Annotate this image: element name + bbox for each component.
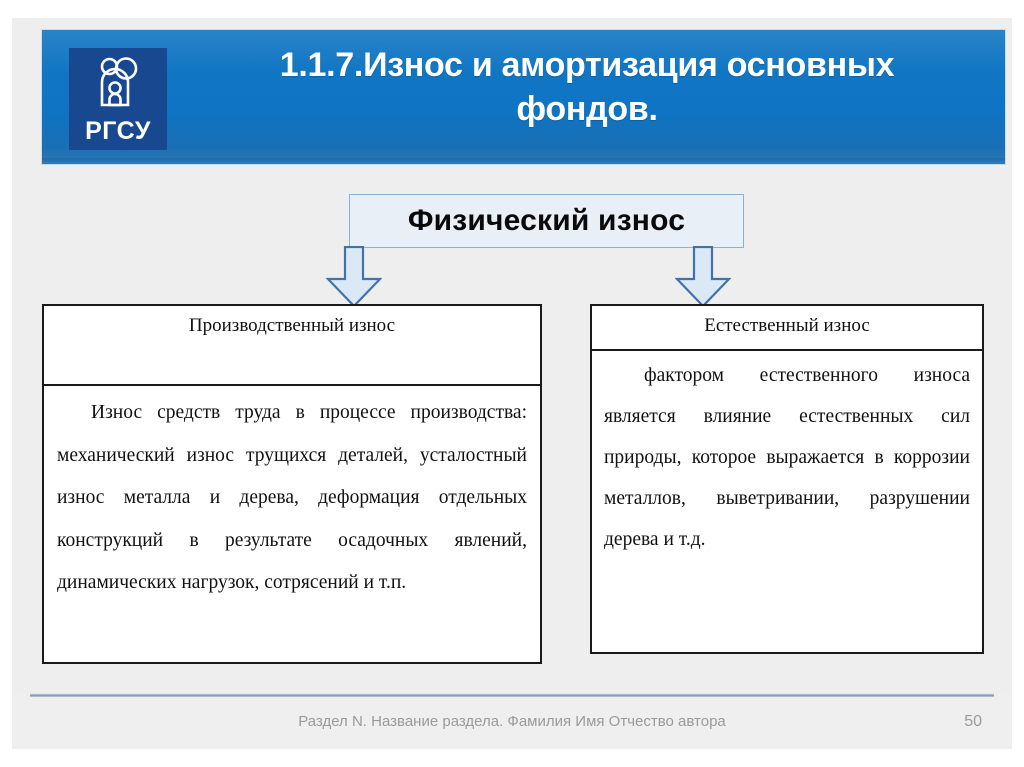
production-wear-table: Производственный износ Износ средств тру… — [42, 304, 542, 664]
slide-footer: Раздел N. Название раздела. Фамилия Имя … — [12, 693, 1012, 749]
slide-header-band: РГСУ 1.1.7.Износ и амортизация основных … — [42, 30, 1005, 164]
physical-wear-label: Физический износ — [407, 204, 686, 237]
production-wear-table-body: Износ средств труда в процессе производс… — [57, 402, 527, 593]
slide-number: 50 — [964, 713, 982, 730]
rgsu-logo-text: РГСУ — [85, 117, 151, 145]
production-wear-table-header: Производственный износ — [44, 306, 540, 386]
rgsu-logo: РГСУ — [69, 48, 167, 150]
natural-wear-table-header: Естественный износ — [592, 306, 982, 351]
slide-canvas: РГСУ 1.1.7.Износ и амортизация основных … — [12, 18, 1012, 749]
arrow-down-to-left-table-icon — [325, 245, 383, 313]
page-title: 1.1.7.Износ и амортизация основных фондо… — [279, 46, 895, 128]
family-people-icon — [89, 55, 147, 118]
footer-divider — [30, 693, 994, 697]
arrow-down-to-right-table-icon — [674, 245, 732, 313]
natural-wear-table-body: фактором естественного износа является в… — [604, 365, 970, 550]
physical-wear-box: Физический износ — [349, 194, 744, 248]
footer-caption: Раздел N. Название раздела. Фамилия Имя … — [298, 713, 726, 730]
natural-wear-table: Естественный износ фактором естественног… — [590, 304, 984, 654]
